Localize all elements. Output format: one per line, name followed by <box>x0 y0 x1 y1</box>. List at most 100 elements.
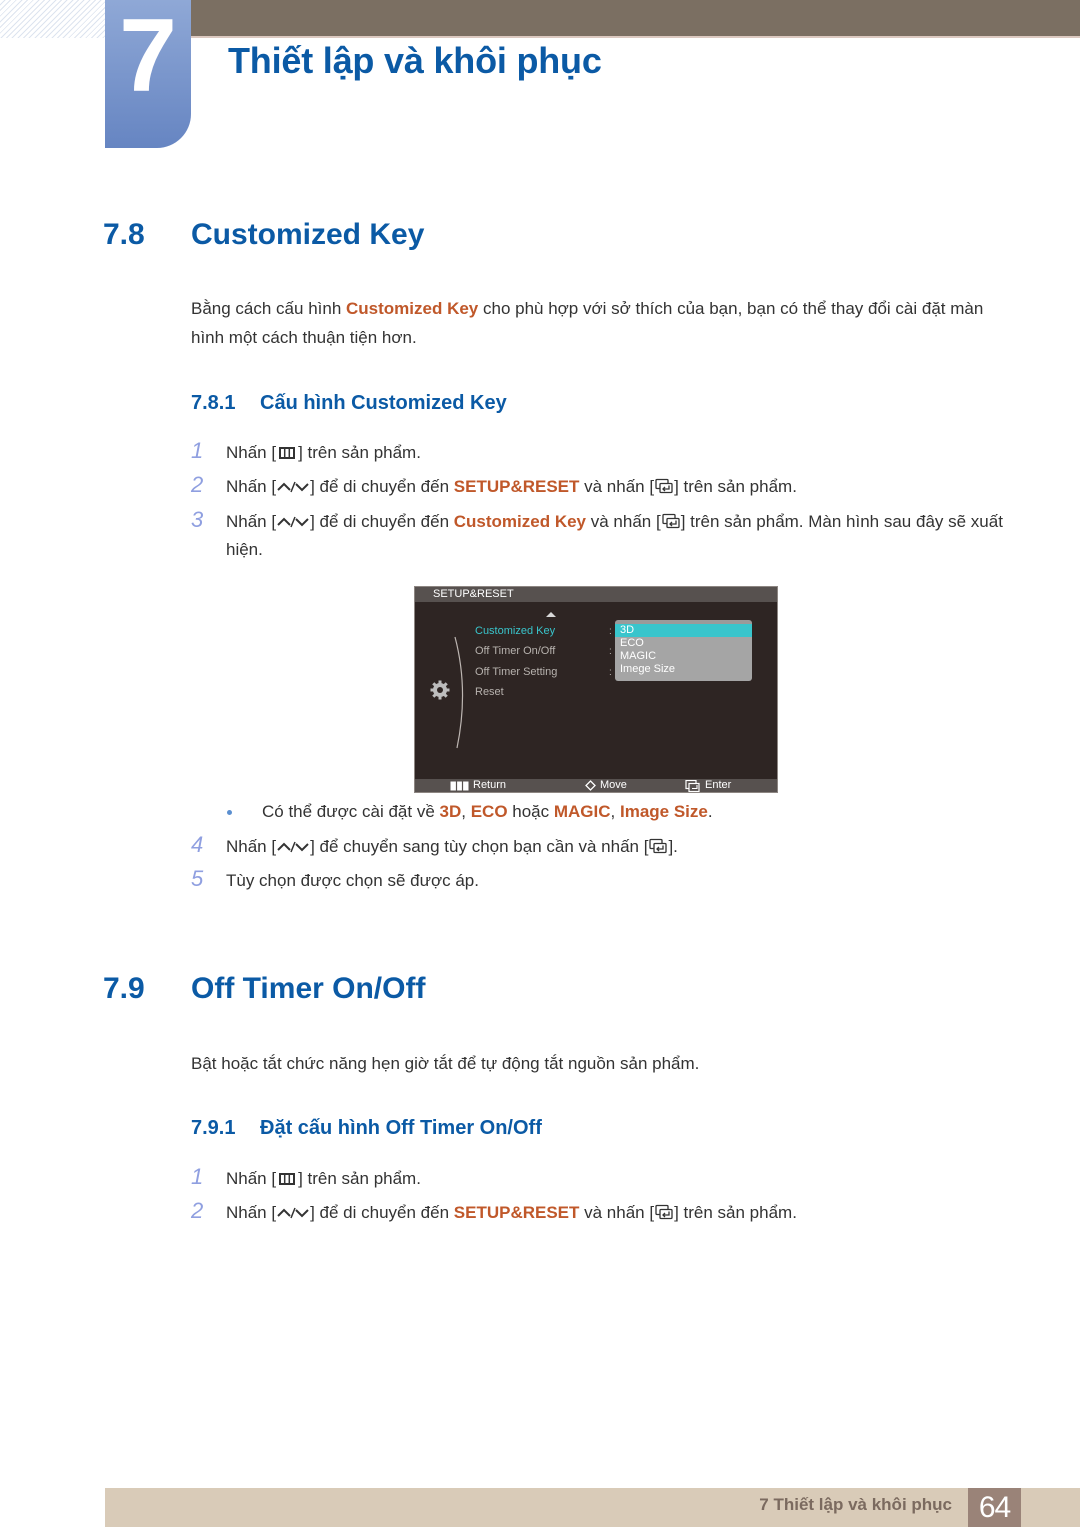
step-item: 1 Nhấn [ ] trên sản phẩm. <box>191 1164 1011 1193</box>
step-text: Nhấn [ <box>226 1203 277 1222</box>
osd-separator: : <box>609 667 612 678</box>
step-text: ] trên sản phẩm. <box>674 477 797 496</box>
step-text: Nhấn [ <box>226 477 277 496</box>
section-title: Customized Key <box>191 218 425 251</box>
subsection-heading-7-8-1: 7.8.1 Cấu hình Customized Key <box>191 392 507 415</box>
scroll-up-arrow-icon <box>546 612 556 617</box>
menu-key-icon <box>276 1172 298 1186</box>
step-text: và nhấn [ <box>579 477 655 496</box>
bullet-text: . <box>707 802 713 821</box>
osd-arc-decoration <box>454 636 464 749</box>
subsection-number: 7.9.1 <box>191 1117 236 1139</box>
chapter-badge: 7 <box>105 0 191 148</box>
step-text: ] trên sản phẩm. <box>674 1203 797 1222</box>
step-text: và nhấn [ <box>579 1203 655 1222</box>
step-number: 5 <box>191 866 204 891</box>
osd-menu-item-customized-key[interactable]: Customized Key <box>475 625 555 637</box>
step-item: 2 Nhấn [ ] để di chuyển đến SETUP&RESET v… <box>191 472 1011 501</box>
bullet-text: hoặc <box>507 802 554 821</box>
step-highlight: SETUP&RESET <box>453 477 580 496</box>
osd-menu-item-reset[interactable]: Reset <box>475 686 504 698</box>
step-text: ] để di chuyển đến <box>310 1203 454 1222</box>
osd-return-label: Return <box>473 779 507 791</box>
step-text: Nhấn [ <box>226 443 277 462</box>
step-text: ] để di chuyển đến <box>310 512 454 531</box>
step-item: 2 Nhấn [ ] để di chuyển đến SETUP&RESET v… <box>191 1198 1011 1227</box>
osd-enter-hint: Enter <box>685 779 731 792</box>
up-down-key-icon <box>276 1206 310 1220</box>
osd-menu-screenshot: SETUP&RESET Customized Key Off Timer On/… <box>414 586 778 793</box>
bullet-text: , <box>610 802 620 821</box>
step-highlight: Customized Key <box>453 512 587 531</box>
option-magic: MAGIC <box>553 802 611 821</box>
option-eco: ECO <box>470 802 508 821</box>
step-number: 2 <box>191 1198 204 1223</box>
bullet-text: Có thể được cài đặt về <box>262 802 440 821</box>
step-item: 5 Tùy chọn được chọn sẽ được áp. <box>191 866 1011 895</box>
gear-icon <box>430 680 450 700</box>
section-title: Off Timer On/Off <box>191 972 426 1005</box>
step-highlight: SETUP&RESET <box>453 1203 580 1222</box>
osd-separator: : <box>609 626 612 637</box>
osd-option-magic[interactable]: MAGIC <box>615 650 752 663</box>
osd-separator: : <box>609 646 612 657</box>
step-number: 1 <box>191 1164 204 1189</box>
osd-menu-item-off-timer-setting[interactable]: Off Timer Setting <box>475 666 557 678</box>
section-intro-7-9: Bật hoặc tắt chức năng hẹn giờ tắt để tự… <box>191 1054 700 1073</box>
step-number: 1 <box>191 438 204 463</box>
osd-footer: Return Move Enter <box>415 779 777 792</box>
intro-text: Bằng cách cấu hình <box>191 299 347 318</box>
subsection-title: Cấu hình Customized Key <box>260 392 507 414</box>
osd-move-hint: Move <box>585 779 627 792</box>
osd-option-image-size[interactable]: Imege Size <box>615 663 752 676</box>
section-heading-7-9: 7.9 Off Timer On/Off <box>103 972 425 1006</box>
subsection-title: Đặt cấu hình Off Timer On/Off <box>260 1117 542 1139</box>
osd-enter-label: Enter <box>705 779 732 791</box>
footer-chapter-label: 7 Thiết lập và khôi phục <box>759 1495 952 1514</box>
step-item: 3 Nhấn [ ] để di chuyển đến Customized Ke… <box>191 507 1011 564</box>
menu-key-icon <box>276 446 298 460</box>
step-text: Nhấn [ <box>226 1169 277 1188</box>
up-down-key-icon <box>276 840 310 854</box>
enter-key-icon <box>654 478 674 494</box>
chapter-number: 7 <box>119 0 177 114</box>
step-item: 4 Nhấn [] để chuyển sang tùy chọn bạn cầ… <box>191 832 1011 861</box>
section-number: 7.9 <box>103 972 145 1005</box>
up-down-key-icon <box>276 480 310 494</box>
osd-dropdown: 3D ECO MAGIC Imege Size <box>615 620 752 681</box>
chapter-title: Thiết lập và khôi phục <box>228 40 602 81</box>
step-text: ]. <box>668 837 678 856</box>
step-text: Tùy chọn được chọn sẽ được áp. <box>226 871 479 890</box>
step-text: Nhấn [ <box>226 837 277 856</box>
step-text: ] trên sản phẩm. <box>298 1169 421 1188</box>
menu-key-icon <box>450 780 469 791</box>
osd-option-3d[interactable]: 3D <box>615 624 752 637</box>
section-number: 7.8 <box>103 218 145 251</box>
osd-menu-item-off-timer-on-off[interactable]: Off Timer On/Off <box>475 645 555 657</box>
osd-title: SETUP&RESET <box>415 587 777 602</box>
enter-key-icon <box>661 513 681 529</box>
step-text: và nhấn [ <box>586 512 661 531</box>
bullet-note: Có thể được cài đặt về 3D, ECO hoặc MAGI… <box>227 798 713 826</box>
up-down-key-icon <box>276 515 310 529</box>
subsection-heading-7-9-1: 7.9.1 Đặt cấu hình Off Timer On/Off <box>191 1117 542 1140</box>
header-bar <box>190 0 1080 38</box>
step-text: Nhấn [ <box>226 512 277 531</box>
section-heading-7-8: 7.8 Customized Key <box>103 218 424 252</box>
enter-key-icon <box>685 779 700 792</box>
step-number: 4 <box>191 832 204 857</box>
option-3d: 3D <box>439 802 462 821</box>
enter-key-icon <box>648 838 668 854</box>
step-number: 2 <box>191 472 204 497</box>
page-number: 64 <box>968 1488 1021 1527</box>
step-number: 3 <box>191 507 204 532</box>
step-text: ] để di chuyển đến <box>310 477 454 496</box>
section-intro-7-8: Bằng cách cấu hình Customized Key cho ph… <box>191 294 1011 352</box>
step-item: 1 Nhấn [ ] trên sản phẩm. <box>191 438 1011 467</box>
osd-option-eco[interactable]: ECO <box>615 637 752 650</box>
option-image-size: Image Size <box>619 802 708 821</box>
osd-return-hint: Return <box>450 779 506 792</box>
bullet-dot-icon <box>227 810 232 815</box>
step-text: ] trên sản phẩm. <box>298 443 421 462</box>
osd-move-label: Move <box>600 779 627 791</box>
